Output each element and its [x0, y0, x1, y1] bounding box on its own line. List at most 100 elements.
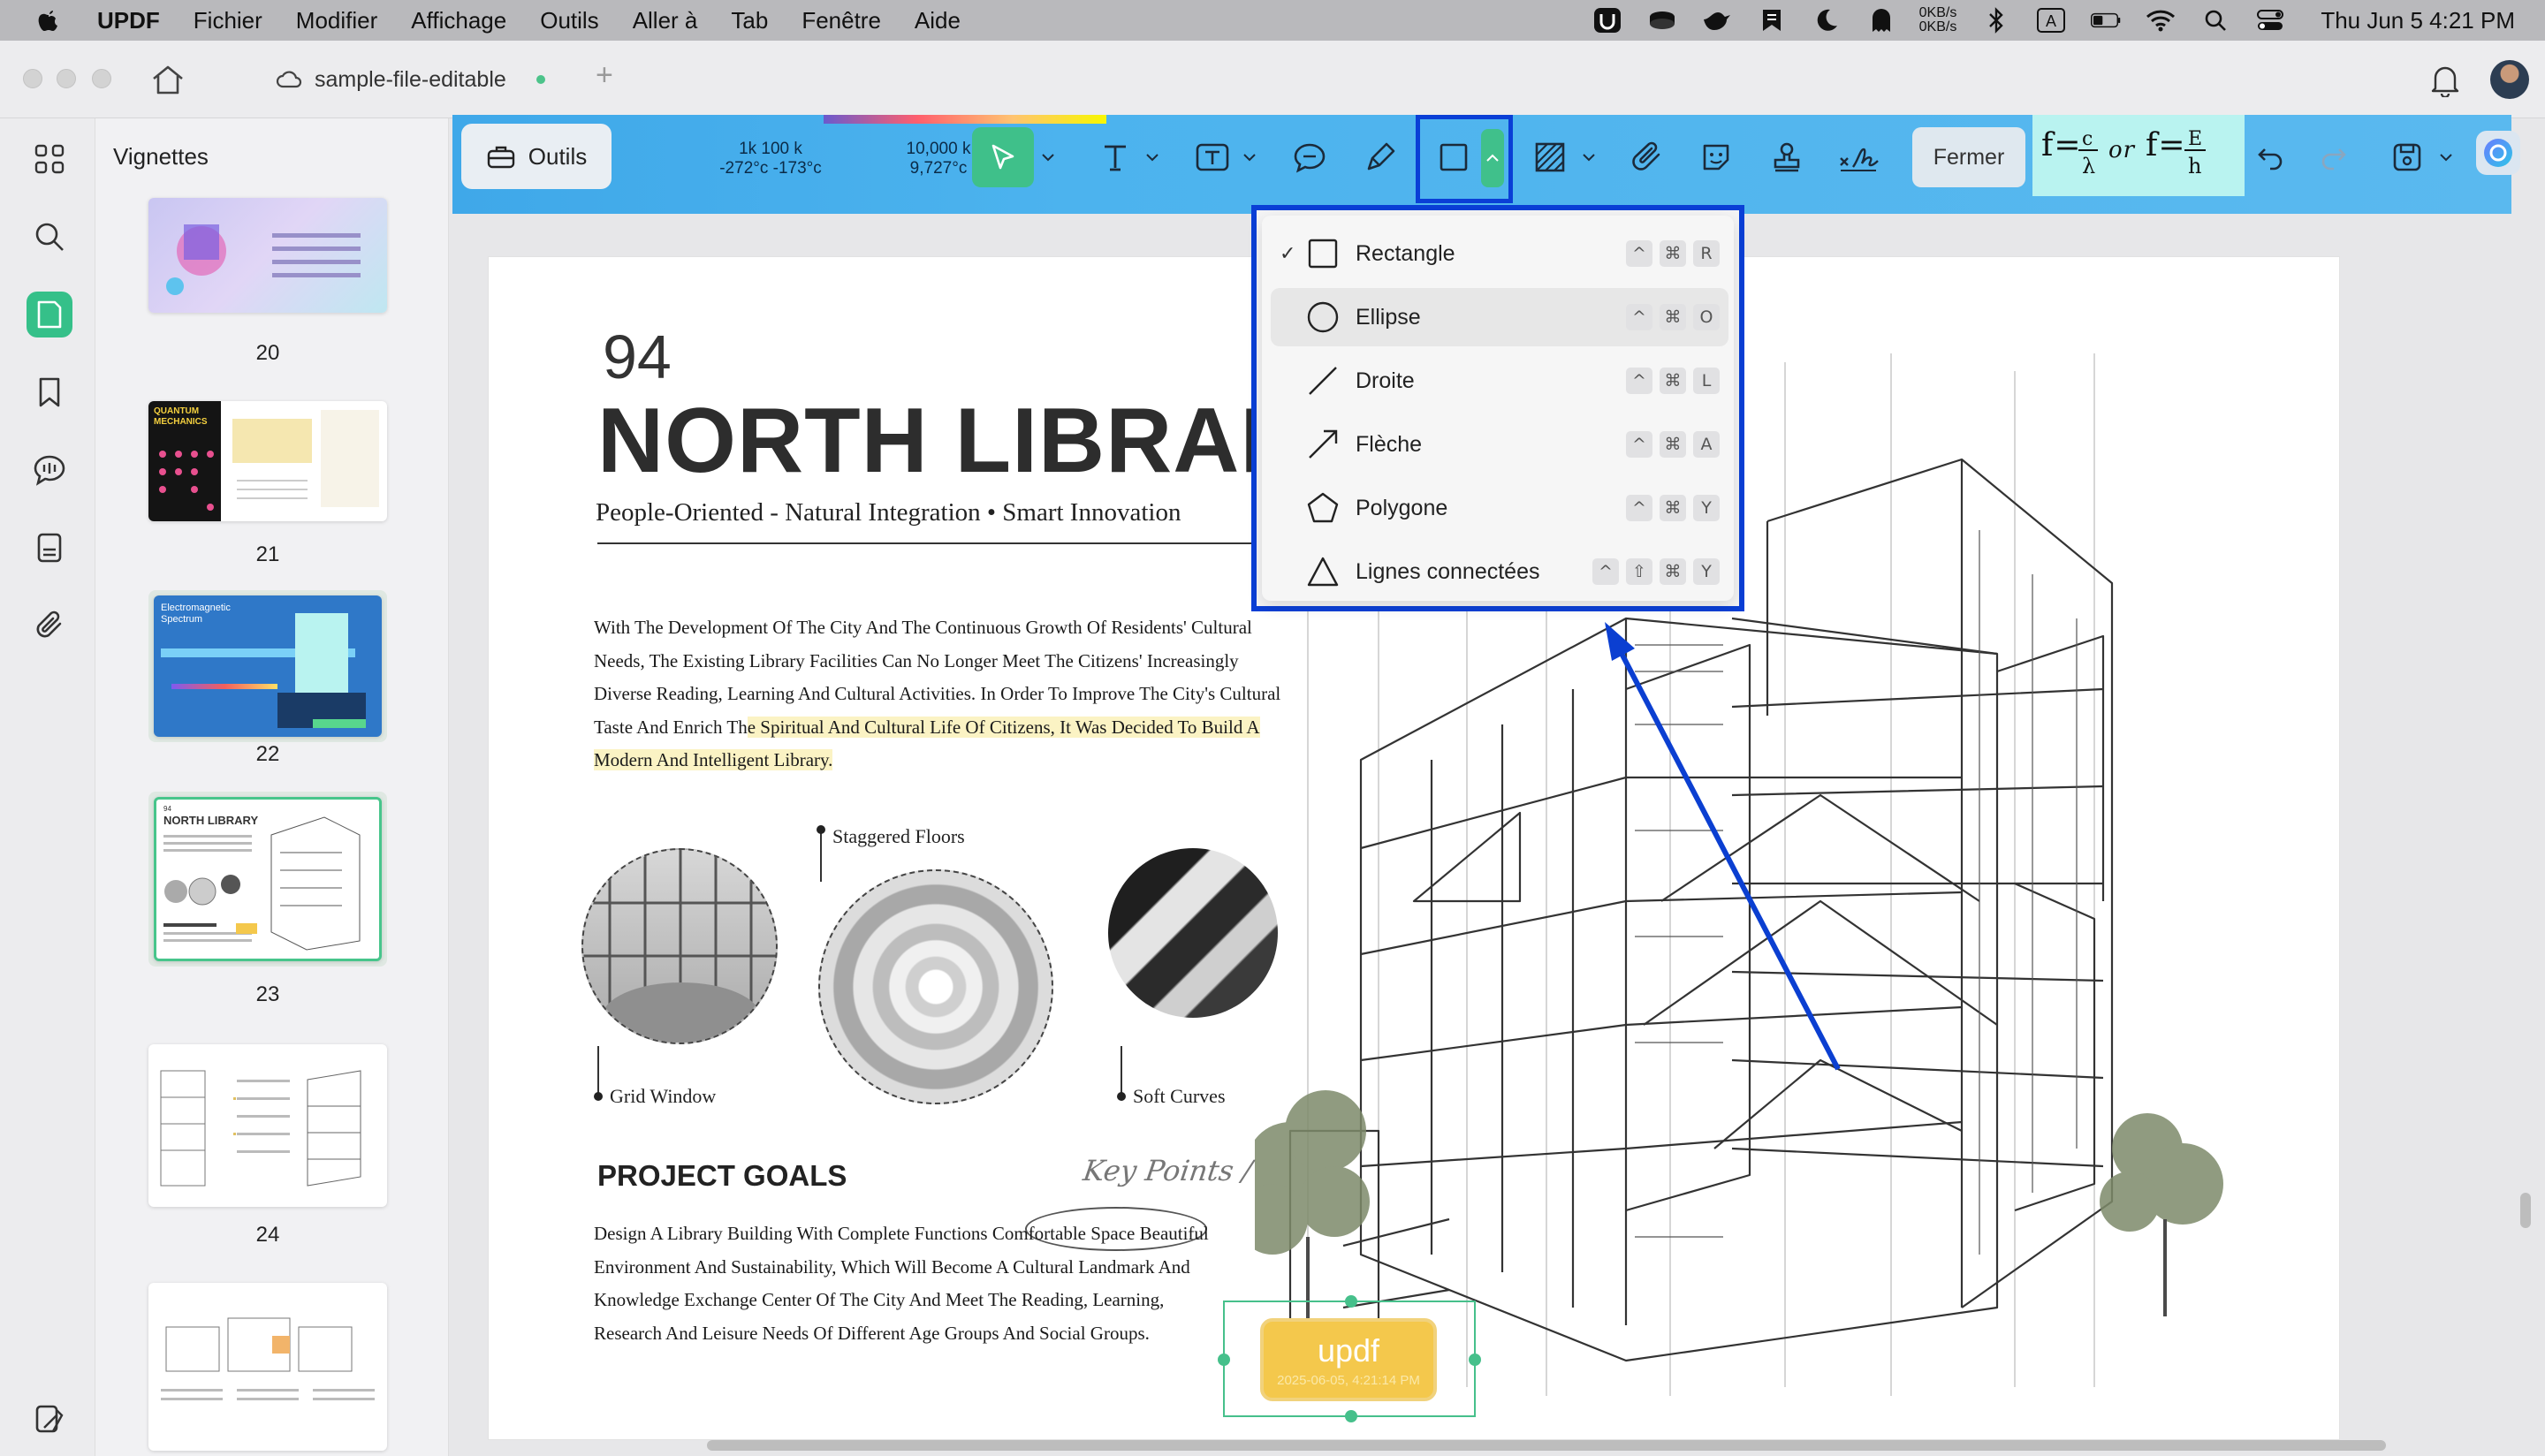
save-icon — [2393, 143, 2421, 171]
menu-fichier[interactable]: Fichier — [194, 7, 262, 34]
rail-layers-button[interactable] — [27, 1396, 72, 1442]
ai-assistant-button[interactable] — [2476, 131, 2520, 175]
window-close-button[interactable] — [23, 69, 42, 88]
key-points-handwriting: Key Points / — [1081, 1154, 1255, 1187]
grid-icon — [34, 144, 65, 174]
page-number: 94 — [603, 322, 672, 391]
resize-handle[interactable] — [1345, 1295, 1357, 1308]
shortcut-keys: ^ ⌘ O — [1626, 304, 1720, 330]
thumbnail-page[interactable]: QUANTUM MECHANICS — [148, 401, 387, 521]
menu-item-line[interactable]: Droite ^ ⌘ L — [1271, 352, 1728, 410]
menu-item-ellipse[interactable]: Ellipse ^ ⌘ O — [1271, 288, 1728, 346]
control-center-icon[interactable] — [2255, 7, 2285, 34]
resize-handle[interactable] — [1345, 1410, 1357, 1422]
drive-icon[interactable] — [1647, 7, 1677, 34]
caption-dot — [594, 1092, 603, 1101]
resize-handle[interactable] — [1218, 1354, 1230, 1366]
menu-item-polygon[interactable]: Polygone ^ ⌘ Y — [1271, 479, 1728, 537]
keyboard-input-icon[interactable]: A — [2036, 7, 2066, 34]
menu-aide[interactable]: Aide — [915, 7, 961, 34]
attachment-tool-button[interactable] — [1628, 134, 1667, 180]
rail-thumbnails-button[interactable] — [27, 292, 72, 337]
caption-soft-curves: Soft Curves — [1133, 1085, 1226, 1107]
textbox-tool-caret[interactable] — [1241, 134, 1258, 180]
rail-search-button[interactable] — [27, 214, 72, 260]
wifi-icon[interactable] — [2146, 7, 2176, 34]
svg-text:A: A — [2046, 12, 2056, 30]
home-icon[interactable] — [150, 64, 186, 95]
avatar[interactable] — [2490, 60, 2529, 99]
thumbnail-page[interactable] — [148, 1283, 387, 1451]
menu-bar: UPDF Fichier Modifier Affichage Outils A… — [0, 0, 2545, 41]
textbox-tool-button[interactable] — [1193, 134, 1232, 180]
save-caret[interactable] — [2437, 134, 2455, 180]
rail-forms-button[interactable] — [27, 525, 72, 571]
area-hatch-tool-button[interactable] — [1531, 134, 1569, 180]
updf-status-icon[interactable] — [1592, 7, 1622, 34]
menu-item-rectangle[interactable]: ✓ Rectangle ^ ⌘ R — [1271, 224, 1728, 283]
rail-apps-button[interactable] — [27, 136, 72, 182]
select-tool-caret[interactable] — [1039, 134, 1057, 180]
text-tool-button[interactable] — [1096, 134, 1135, 180]
bird-icon[interactable] — [1702, 7, 1732, 34]
menu-item-connected-lines[interactable]: Lignes connectées ^ ⇧ ⌘ Y — [1271, 542, 1728, 601]
thumbnail-page[interactable] — [148, 1044, 387, 1207]
line-icon — [1309, 367, 1337, 395]
thumbnail-page[interactable]: Electromagnetic Spectrum — [148, 590, 387, 742]
window-zoom-button[interactable] — [92, 69, 111, 88]
text-tool-caret[interactable] — [1143, 134, 1161, 180]
area-tool-caret[interactable] — [1580, 134, 1598, 180]
stamp-body: updf 2025-06-05, 4:21:14 PM — [1260, 1318, 1437, 1401]
thumbnails-panel: Vignettes 20 QUANTUM MECHANICS 21 Electr… — [95, 118, 449, 1456]
moon-icon[interactable] — [1812, 7, 1842, 34]
document-tab[interactable]: sample-file-editable — [276, 60, 545, 99]
select-tool-button[interactable] — [972, 127, 1034, 187]
menu-modifier[interactable]: Modifier — [296, 7, 377, 34]
menubar-clock[interactable]: Thu Jun 5 4:21 PM — [2321, 7, 2515, 34]
horizontal-scrollbar[interactable] — [707, 1440, 2386, 1451]
bookmark-app-icon[interactable] — [1757, 7, 1787, 34]
menu-outils[interactable]: Outils — [540, 7, 598, 34]
window-minimize-button[interactable] — [57, 69, 76, 88]
menu-app-name[interactable]: UPDF — [97, 7, 160, 34]
ghost-icon[interactable] — [1866, 7, 1896, 34]
bluetooth-icon[interactable] — [1981, 7, 2011, 34]
bell-icon[interactable] — [2430, 64, 2460, 97]
shape-tool-caret[interactable] — [1481, 129, 1504, 187]
thumbnail-page-selected[interactable]: 94 NORTH LIBRARY — [148, 792, 387, 967]
rail-comments-button[interactable] — [27, 447, 72, 493]
menu-fenetre[interactable]: Fenêtre — [801, 7, 881, 34]
menu-item-arrow[interactable]: Flèche ^ ⌘ A — [1271, 415, 1728, 474]
resize-handle[interactable] — [1469, 1354, 1481, 1366]
updf-stamp-annotation[interactable]: updf 2025-06-05, 4:21:14 PM — [1218, 1295, 1481, 1422]
rail-bookmarks-button[interactable] — [27, 369, 72, 415]
stamp-tool-button[interactable] — [1767, 134, 1806, 180]
undo-button[interactable] — [2252, 134, 2290, 180]
signature-tool-button[interactable] — [1836, 134, 1880, 180]
thumbnail-page[interactable] — [148, 198, 387, 313]
outils-button[interactable]: Outils — [461, 124, 612, 189]
spotlight-search-icon[interactable] — [2200, 7, 2230, 34]
left-tool-rail — [0, 118, 95, 1456]
battery-icon[interactable] — [2091, 7, 2121, 34]
pencil-tool-button[interactable] — [1361, 134, 1400, 180]
fermer-button[interactable]: Fermer — [1912, 127, 2025, 187]
menu-aller-a[interactable]: Aller à — [633, 7, 698, 34]
menu-affichage[interactable]: Affichage — [411, 7, 506, 34]
redo-button[interactable] — [2313, 134, 2352, 180]
shortcut-keys: ^ ⌘ R — [1626, 240, 1720, 267]
window-tab-bar: sample-file-editable + — [0, 41, 2545, 118]
paperclip-icon — [36, 610, 62, 638]
caption-staggered-floors: Staggered Floors — [832, 825, 965, 847]
add-tab-button[interactable]: + — [596, 58, 613, 93]
save-button[interactable] — [2388, 134, 2427, 180]
caption-dot — [1117, 1092, 1126, 1101]
apple-logo-icon[interactable] — [35, 7, 62, 34]
menu-tab[interactable]: Tab — [731, 7, 768, 34]
vertical-scrollbar[interactable] — [2520, 1193, 2531, 1228]
rail-attachments-button[interactable] — [27, 603, 72, 648]
sticker-tool-button[interactable] — [1697, 134, 1736, 180]
comment-tool-button[interactable] — [1290, 134, 1329, 180]
rectangle-tool-button[interactable] — [1433, 134, 1474, 180]
cloud-icon — [276, 71, 302, 88]
